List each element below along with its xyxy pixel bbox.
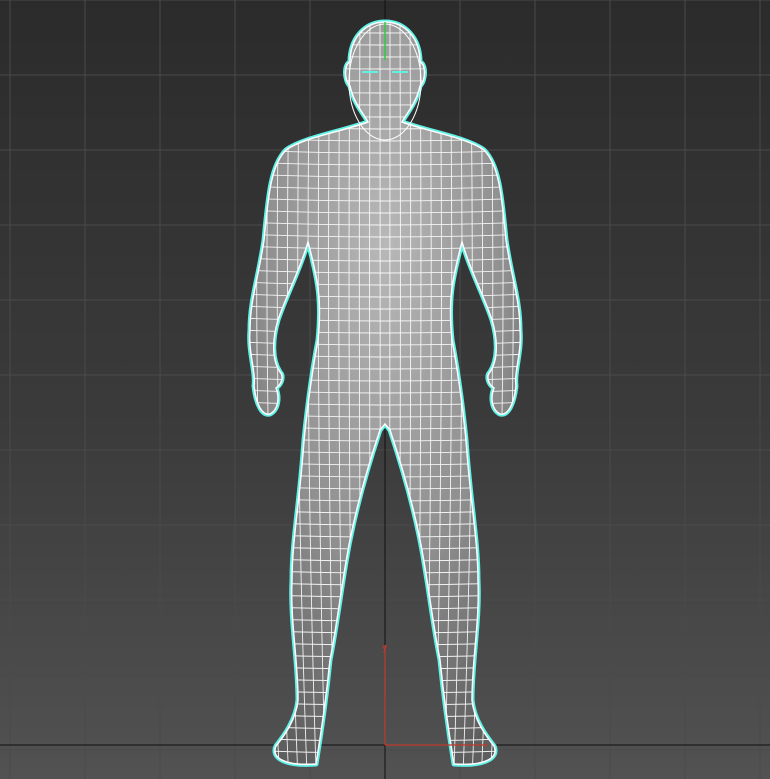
gizmo-y-label: y	[382, 643, 388, 653]
viewport-front[interactable]: y	[0, 0, 770, 779]
mesh-edge-ring	[379, 22, 381, 765]
scene-canvas[interactable]: y	[0, 0, 770, 779]
mesh-edge-ring	[389, 22, 391, 765]
